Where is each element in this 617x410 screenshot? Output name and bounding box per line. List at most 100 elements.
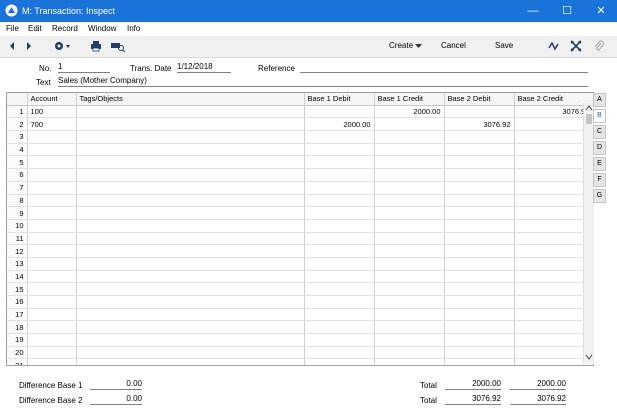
table-row[interactable]: 15 [7, 282, 593, 296]
tags-cell[interactable] [76, 219, 305, 233]
base1-debit-cell[interactable] [304, 232, 375, 246]
account-cell[interactable] [27, 130, 77, 144]
tags-cell[interactable] [76, 308, 305, 322]
tags-cell[interactable] [76, 105, 305, 119]
account-cell[interactable] [27, 346, 77, 360]
base2-debit-cell[interactable] [444, 155, 515, 170]
base1-debit-cell[interactable] [304, 194, 375, 208]
tags-cell[interactable] [76, 358, 305, 365]
table-row[interactable]: 16 [7, 295, 593, 309]
text-field[interactable]: Sales (Mother Company) [58, 76, 588, 87]
menu-record[interactable]: Record [52, 24, 78, 33]
base2-debit-cell[interactable] [444, 257, 515, 271]
base1-credit-cell[interactable] [374, 219, 445, 233]
base1-credit-cell[interactable] [374, 206, 445, 220]
base2-debit-cell[interactable] [444, 270, 515, 284]
account-cell[interactable] [27, 155, 77, 170]
base1-debit-cell[interactable] [304, 244, 375, 258]
base2-debit-cell[interactable]: 3076.92 [444, 117, 515, 132]
tags-cell[interactable] [76, 346, 305, 360]
tab-f[interactable]: F [593, 173, 606, 187]
base2-debit-cell[interactable] [444, 130, 515, 144]
menu-window[interactable]: Window [88, 24, 116, 33]
chevron-down-icon[interactable] [415, 44, 422, 49]
menu-file[interactable]: File [6, 24, 19, 33]
paperclip-icon[interactable] [594, 40, 604, 52]
col-base1-credit[interactable]: Base 1 Credit [374, 93, 445, 106]
base2-credit-cell[interactable] [514, 206, 593, 220]
table-row[interactable]: 19 [7, 333, 593, 347]
col-base2-debit[interactable]: Base 2 Debit [444, 93, 515, 106]
base1-debit-cell[interactable]: 2000.00 [304, 117, 375, 132]
tags-cell[interactable] [76, 295, 305, 309]
base2-credit-cell[interactable] [514, 270, 593, 284]
base2-credit-cell[interactable] [514, 282, 593, 296]
base1-debit-cell[interactable] [304, 155, 375, 170]
table-row[interactable]: 7 [7, 181, 593, 195]
reference-field[interactable] [300, 62, 588, 73]
tags-cell[interactable] [76, 117, 305, 132]
scroll-thumb[interactable] [586, 114, 592, 124]
base2-credit-cell[interactable] [514, 232, 593, 246]
base1-debit-cell[interactable] [304, 219, 375, 233]
base2-debit-cell[interactable] [444, 346, 515, 360]
account-cell[interactable] [27, 308, 77, 322]
scroll-down-icon[interactable] [585, 354, 593, 360]
base1-debit-cell[interactable] [304, 143, 375, 157]
account-cell[interactable] [27, 206, 77, 220]
col-base2-credit[interactable]: Base 2 Credit [514, 93, 593, 106]
table-row[interactable]: 18 [7, 320, 593, 335]
base2-credit-cell[interactable] [514, 346, 593, 360]
base1-debit-cell[interactable] [304, 308, 375, 322]
tab-b[interactable]: B [593, 109, 606, 123]
tags-cell[interactable] [76, 244, 305, 258]
table-row[interactable]: 1 100 2000.00 3076.92 [7, 105, 593, 119]
base2-credit-cell[interactable] [514, 333, 593, 347]
base2-credit-cell[interactable]: 3076.92 [514, 105, 593, 119]
account-cell[interactable] [27, 270, 77, 284]
tags-cell[interactable] [76, 270, 305, 284]
base1-credit-cell[interactable] [374, 346, 445, 360]
account-cell[interactable] [27, 244, 77, 258]
base1-credit-cell[interactable] [374, 232, 445, 246]
table-row[interactable]: 4 [7, 143, 593, 157]
tags-cell[interactable] [76, 168, 305, 182]
tags-cell[interactable] [76, 181, 305, 195]
base2-credit-cell[interactable] [514, 320, 593, 335]
account-cell[interactable] [27, 257, 77, 271]
base2-credit-cell[interactable] [514, 130, 593, 144]
base2-credit-cell[interactable] [514, 244, 593, 258]
base1-debit-cell[interactable] [304, 282, 375, 296]
create-button[interactable]: Create [389, 41, 413, 50]
base1-credit-cell[interactable] [374, 257, 445, 271]
base2-credit-cell[interactable] [514, 168, 593, 182]
base1-debit-cell[interactable] [304, 130, 375, 144]
base2-debit-cell[interactable] [444, 105, 515, 119]
no-field[interactable]: 1 [58, 62, 110, 73]
base1-credit-cell[interactable] [374, 143, 445, 157]
tags-cell[interactable] [76, 206, 305, 220]
maximize-button[interactable]: ☐ [550, 0, 584, 22]
table-row[interactable]: 2 700 2000.00 3076.92 [7, 117, 593, 132]
base2-credit-cell[interactable] [514, 219, 593, 233]
base2-debit-cell[interactable] [444, 232, 515, 246]
table-row[interactable]: 12 [7, 244, 593, 258]
base1-credit-cell[interactable] [374, 282, 445, 296]
base2-debit-cell[interactable] [444, 308, 515, 322]
next-record-icon[interactable] [25, 40, 33, 52]
tags-cell[interactable] [76, 194, 305, 208]
base2-debit-cell[interactable] [444, 206, 515, 220]
account-cell[interactable] [27, 181, 77, 195]
base1-debit-cell[interactable] [304, 346, 375, 360]
previous-record-icon[interactable] [8, 40, 16, 52]
col-base1-debit[interactable]: Base 1 Debit [304, 93, 375, 106]
minimize-button[interactable]: — [516, 0, 550, 22]
account-cell[interactable] [27, 219, 77, 233]
account-cell[interactable] [27, 295, 77, 309]
tags-cell[interactable] [76, 320, 305, 335]
save-button[interactable]: Save [495, 41, 513, 50]
base2-debit-cell[interactable] [444, 333, 515, 347]
base1-debit-cell[interactable] [304, 270, 375, 284]
base2-credit-cell[interactable] [514, 117, 593, 132]
account-cell[interactable] [27, 282, 77, 296]
